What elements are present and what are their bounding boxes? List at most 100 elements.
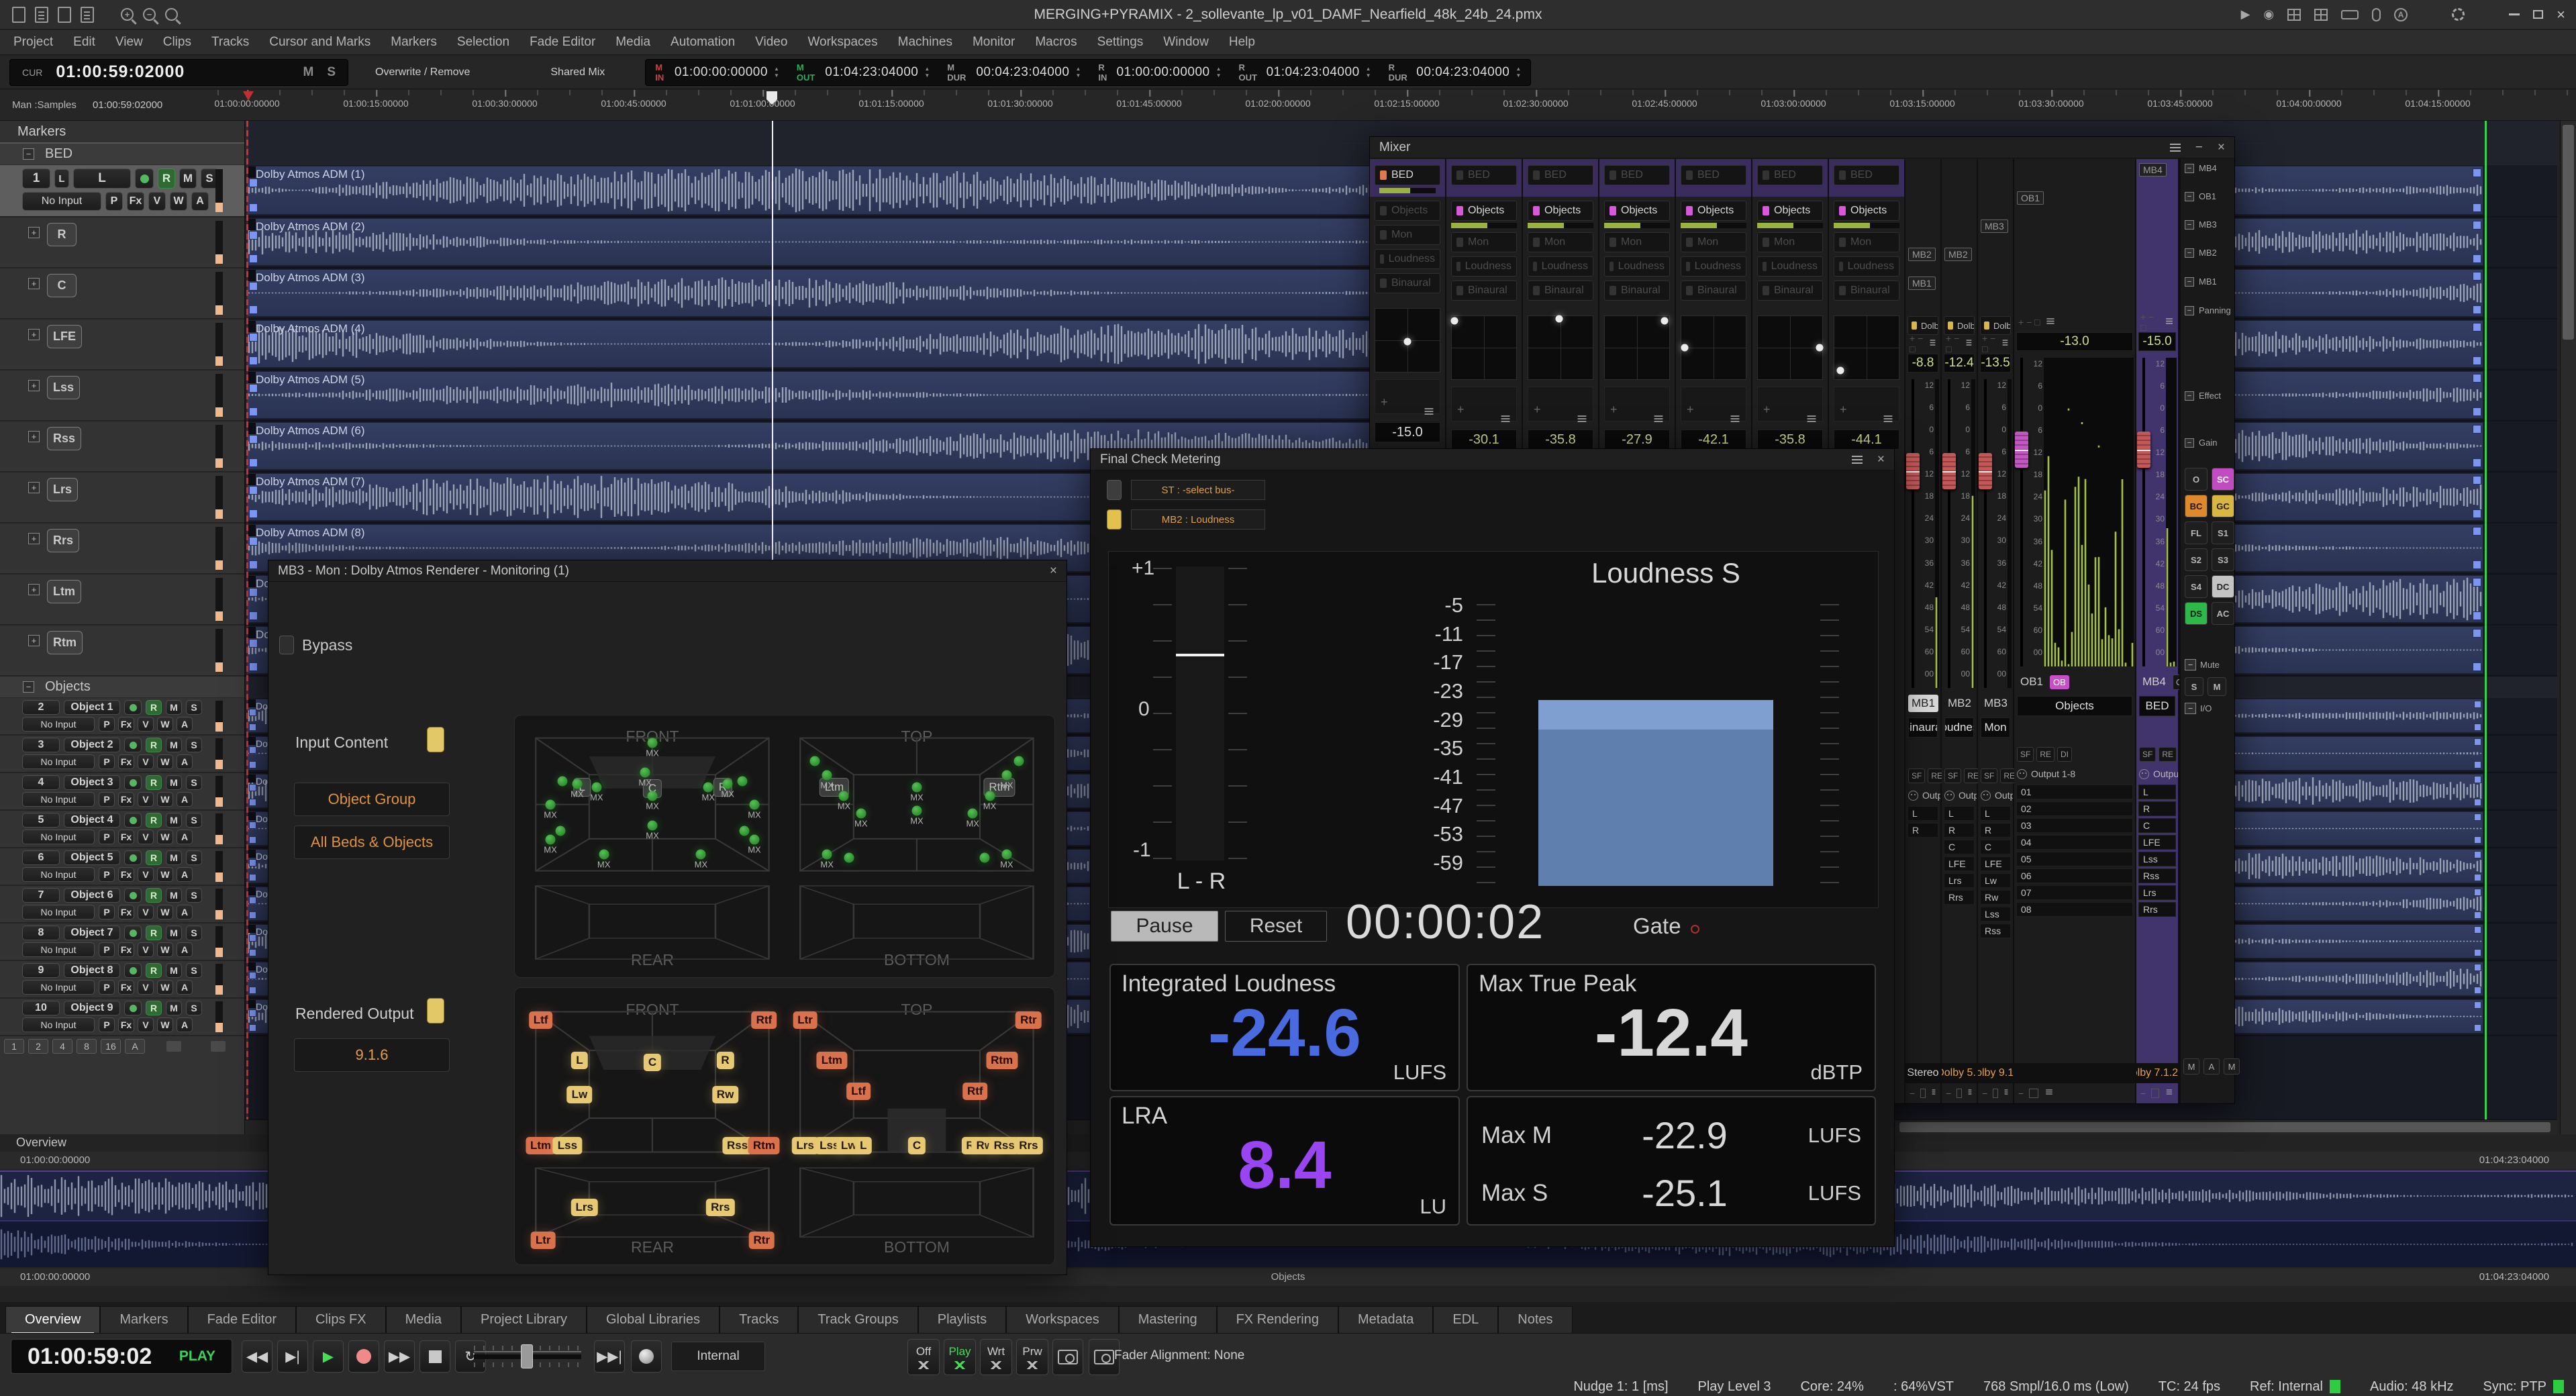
mixer-section-row[interactable]: − MB4 xyxy=(2185,163,2217,173)
clip-handle-icon[interactable] xyxy=(2474,1001,2481,1009)
clip-handle-icon[interactable] xyxy=(249,203,258,212)
record-arm-button[interactable] xyxy=(124,738,142,752)
object-track-header[interactable]: 9 Object 8 R M S No Input PFxVWA xyxy=(0,961,244,999)
input-selector[interactable]: No Input xyxy=(22,980,95,995)
chase-button[interactable]: ▶▶| xyxy=(594,1340,625,1373)
fader-track[interactable] xyxy=(1908,379,1918,688)
record-arm-button[interactable] xyxy=(124,926,142,940)
strip-function-button[interactable]: SF xyxy=(1908,768,1925,783)
track-option-button[interactable]: V xyxy=(138,980,154,995)
collapse-section-icon[interactable]: − xyxy=(2185,248,2194,258)
group-header-bed[interactable]: − BED xyxy=(0,144,244,165)
record-arm-button[interactable] xyxy=(124,813,142,828)
meter-bus-row[interactable]: ST : -select bus- xyxy=(1107,480,1894,500)
track-name-field[interactable]: Object 3 xyxy=(64,775,120,790)
mixer-mam-button[interactable]: M xyxy=(2183,1058,2199,1075)
fcm-title-bar[interactable]: Final Check Metering × xyxy=(1091,449,1894,470)
pan-position-dot[interactable] xyxy=(1556,315,1563,322)
mute-button[interactable]: M xyxy=(166,926,182,940)
pan-xy-pad[interactable] xyxy=(1375,308,1440,372)
channel-row[interactable]: LFE xyxy=(1944,856,1975,871)
input-selector[interactable]: No Input xyxy=(22,1017,95,1032)
clip-handle-icon[interactable] xyxy=(249,724,256,731)
mark-field[interactable]: R DUR 00:04:23:04000 ▲▼ xyxy=(1389,62,1522,83)
strip-menu-icon[interactable] xyxy=(1501,415,1510,417)
mixer-section-row[interactable]: − Gain xyxy=(2185,438,2217,448)
new-project-icon[interactable] xyxy=(12,7,26,23)
mixer-mam-button[interactable]: A xyxy=(2203,1058,2220,1075)
mute-button[interactable]: M xyxy=(166,888,182,903)
clip-handle-icon[interactable] xyxy=(2474,926,2481,934)
channel-chip-label[interactable]: Rrs xyxy=(47,529,79,552)
clip-handle-icon[interactable] xyxy=(2474,874,2481,881)
ready-button[interactable]: R xyxy=(146,850,162,865)
menu-item[interactable]: Workspaces xyxy=(807,35,877,50)
strip-icons-row[interactable]: + − □ xyxy=(2014,315,2135,330)
strip-name-field[interactable]: Loudness xyxy=(1944,717,1974,738)
menu-item[interactable]: Tracks xyxy=(211,35,249,50)
dolby-atmos-button[interactable]: Dolby Atmos xyxy=(1980,316,2011,335)
collapse-group-icon[interactable]: − xyxy=(23,681,34,693)
io-section[interactable]: −I/O xyxy=(2185,703,2238,714)
channel-row[interactable]: C xyxy=(2138,818,2176,833)
clip-handle-icon[interactable] xyxy=(2473,407,2481,416)
channel-chip-label[interactable]: Rtm xyxy=(47,631,83,654)
track-option-button[interactable]: P xyxy=(99,867,115,882)
mute-button[interactable]: M xyxy=(179,168,197,189)
menu-item[interactable]: Help xyxy=(1229,35,1255,50)
clip-handle-icon[interactable] xyxy=(2473,168,2481,177)
solo-button[interactable]: S xyxy=(186,963,202,978)
sync-source-selector[interactable]: Internal xyxy=(671,1342,765,1371)
track-option-button[interactable]: Fx xyxy=(118,942,134,957)
track-option-button[interactable]: Fx xyxy=(127,192,144,211)
project-info-icon[interactable] xyxy=(81,7,94,23)
input-selector[interactable]: No Input xyxy=(22,905,95,919)
clip-handle-icon[interactable] xyxy=(2474,889,2481,896)
clip-handle-icon[interactable] xyxy=(249,458,258,467)
track-name-field[interactable]: Object 4 xyxy=(64,813,120,828)
spinner-icon[interactable]: ▲▼ xyxy=(1366,66,1371,77)
object-track-header[interactable]: 8 Object 7 R M S No Input PFxVWA xyxy=(0,924,244,961)
track-option-button[interactable]: V xyxy=(138,867,154,882)
panel-toggle-button[interactable] xyxy=(166,1041,181,1052)
object-track-header[interactable]: 2 Object 1 R M S No Input PFxVWA xyxy=(0,698,244,736)
solo-indicator[interactable]: S xyxy=(327,65,336,80)
mute-button[interactable]: M xyxy=(166,775,182,790)
mute-button[interactable]: M xyxy=(166,850,182,865)
clip-handle-icon[interactable] xyxy=(249,305,258,314)
input-selector[interactable]: No Input xyxy=(22,942,95,957)
track-option-button[interactable]: V xyxy=(148,192,166,211)
track-tag[interactable]: L xyxy=(54,169,69,188)
bus-format-label[interactable]: Dolby 7.1.2 Si xyxy=(2136,1063,2178,1083)
mouse-icon[interactable] xyxy=(2372,8,2381,21)
collapsed-track-header[interactable]: + C xyxy=(0,268,244,319)
collapsed-track-header[interactable]: + Rss xyxy=(0,421,244,472)
channel-chip-label[interactable]: R xyxy=(47,223,77,246)
strip-icons-row[interactable]: + − □ xyxy=(1942,336,1977,351)
ready-button[interactable]: R xyxy=(146,963,162,978)
mixer-close-button[interactable]: × xyxy=(2218,140,2225,155)
next-marker-button[interactable]: ▶| xyxy=(277,1340,308,1373)
spinner-icon[interactable]: ▲▼ xyxy=(774,66,779,77)
collapse-section-icon[interactable]: − xyxy=(2185,391,2194,401)
strip-menu-icon[interactable] xyxy=(2166,318,2173,319)
clip-handle-icon[interactable] xyxy=(2474,761,2481,768)
input-selector[interactable]: No Input xyxy=(22,792,95,807)
clip-handle-icon[interactable] xyxy=(2473,272,2481,281)
clip-handle-icon[interactable] xyxy=(2474,701,2481,708)
mute-button[interactable]: M xyxy=(166,1001,182,1015)
fader-cap[interactable] xyxy=(2015,432,2028,468)
track-height-button[interactable]: 1 xyxy=(4,1039,24,1054)
mixer-strip[interactable]: MB3 Dolby Atmos + − □ -13.5 xyxy=(1978,159,2014,1103)
spinner-icon[interactable]: ▲▼ xyxy=(1516,66,1521,77)
strip-function-button[interactable]: RE xyxy=(2036,747,2054,762)
strip-name-field[interactable]: BED xyxy=(2139,696,2175,716)
track-option-button[interactable]: W xyxy=(170,192,187,211)
clip-handle-icon[interactable] xyxy=(249,761,256,768)
channel-row[interactable]: R xyxy=(2138,801,2176,816)
mute-button[interactable]: M xyxy=(166,738,182,752)
track-option-button[interactable]: A xyxy=(177,830,193,844)
fader-cap[interactable] xyxy=(1979,453,1992,489)
bus-tag[interactable]: MB4 xyxy=(2139,163,2167,177)
fcm-close-button[interactable]: × xyxy=(1877,452,1885,467)
